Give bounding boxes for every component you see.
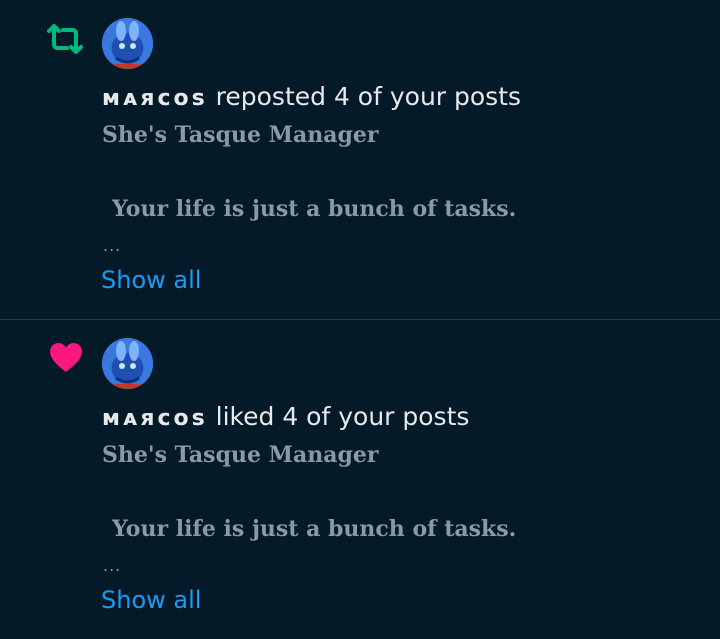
- post-title: She's Tasque Manager: [102, 442, 379, 468]
- action-text: liked 4 of your posts: [215, 402, 470, 431]
- user-name[interactable]: ᴍᴀяᴄᴏѕ: [102, 406, 208, 431]
- post-title: She's Tasque Manager: [102, 122, 379, 148]
- truncation-ellipsis: ...: [103, 236, 122, 255]
- avatar[interactable]: [102, 18, 153, 69]
- truncation-ellipsis: ...: [103, 556, 122, 575]
- post-body: Your life is just a bunch of tasks.: [112, 516, 517, 542]
- show-all-link[interactable]: Show all: [101, 266, 201, 294]
- avatar[interactable]: [102, 338, 153, 389]
- notification-headline: ᴍᴀяᴄᴏѕ liked 4 of your posts: [102, 400, 469, 436]
- notification-headline: ᴍᴀяᴄᴏѕ reposted 4 of your posts: [102, 80, 521, 116]
- user-name[interactable]: ᴍᴀяᴄᴏѕ: [102, 86, 208, 111]
- action-text: reposted 4 of your posts: [215, 82, 522, 111]
- post-body: Your life is just a bunch of tasks.: [112, 196, 517, 222]
- like-notification[interactable]: ᴍᴀяᴄᴏѕ liked 4 of your posts She's Tasqu…: [0, 319, 720, 639]
- show-all-link[interactable]: Show all: [101, 586, 201, 614]
- heart-icon: [48, 340, 84, 376]
- notifications-feed: ᴍᴀяᴄᴏѕ reposted 4 of your posts She's Ta…: [0, 0, 720, 639]
- repost-icon: [46, 22, 84, 56]
- repost-notification[interactable]: ᴍᴀяᴄᴏѕ reposted 4 of your posts She's Ta…: [0, 0, 720, 319]
